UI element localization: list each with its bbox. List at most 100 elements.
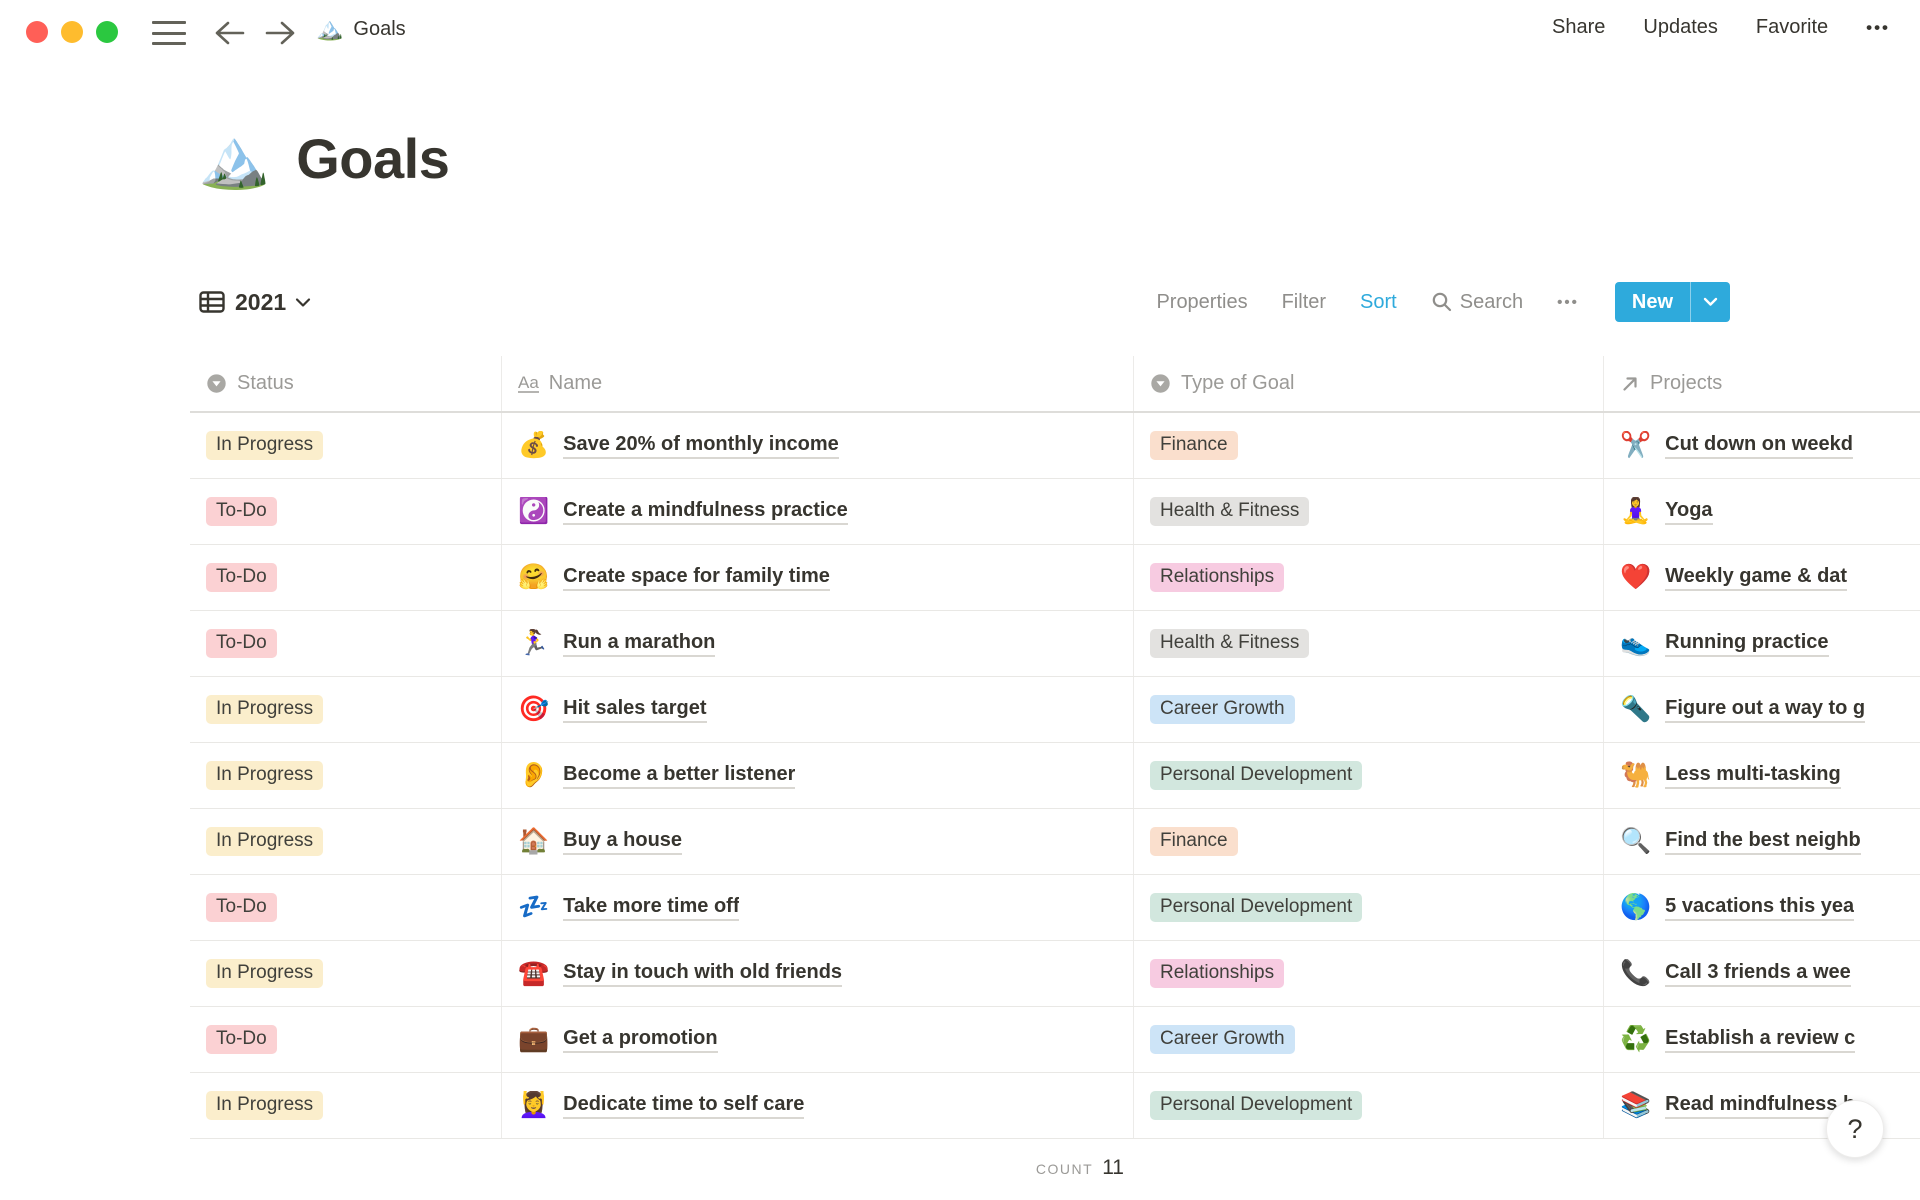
project-link[interactable]: 📚 Read mindfulness b xyxy=(1620,1091,1856,1120)
status-cell[interactable]: To-Do xyxy=(190,545,502,610)
type-of-goal-cell[interactable]: Personal Development xyxy=(1134,875,1604,940)
close-window-button[interactable] xyxy=(26,21,48,43)
column-header-status[interactable]: Status xyxy=(190,356,502,411)
type-of-goal-cell[interactable]: Career Growth xyxy=(1134,677,1604,742)
search-button[interactable]: Search xyxy=(1431,291,1523,314)
projects-cell[interactable]: ♻️ Establish a review c xyxy=(1604,1007,1920,1072)
name-link[interactable]: 💆‍♀️ Dedicate time to self care xyxy=(518,1091,805,1120)
status-cell[interactable]: To-Do xyxy=(190,611,502,676)
name-cell[interactable]: 🏠 Buy a house xyxy=(502,809,1134,874)
project-link[interactable]: ♻️ Establish a review c xyxy=(1620,1025,1856,1054)
project-name: Weekly game & dat xyxy=(1665,565,1848,591)
project-link[interactable]: 📞 Call 3 friends a wee xyxy=(1620,959,1851,988)
projects-cell[interactable]: ❤️ Weekly game & dat xyxy=(1604,545,1920,610)
name-cell[interactable]: ☯️ Create a mindfulness practice xyxy=(502,479,1134,544)
type-of-goal-cell[interactable]: Health & Fitness xyxy=(1134,479,1604,544)
projects-cell[interactable]: 👟 Running practice xyxy=(1604,611,1920,676)
sidebar-menu-icon[interactable] xyxy=(152,21,186,45)
project-link[interactable]: 🐫 Less multi-tasking xyxy=(1620,761,1841,790)
minimize-window-button[interactable] xyxy=(61,21,83,43)
breadcrumb[interactable]: 🏔️ Goals xyxy=(316,16,406,42)
page-title: Goals xyxy=(296,127,450,190)
project-link[interactable]: 🔦 Figure out a way to g xyxy=(1620,695,1866,724)
column-header-type-of-goal[interactable]: Type of Goal xyxy=(1134,356,1604,411)
new-dropdown-chevron-icon[interactable] xyxy=(1691,282,1730,322)
name-link[interactable]: 💤 Take more time off xyxy=(518,893,740,922)
type-of-goal-cell[interactable]: Health & Fitness xyxy=(1134,611,1604,676)
status-cell[interactable]: To-Do xyxy=(190,1007,502,1072)
title-property-icon: Aa xyxy=(518,372,539,394)
traffic-lights xyxy=(26,21,118,43)
updates-button[interactable]: Updates xyxy=(1643,16,1718,39)
projects-cell[interactable]: 📞 Call 3 friends a wee xyxy=(1604,941,1920,1006)
name-cell[interactable]: 🎯 Hit sales target xyxy=(502,677,1134,742)
favorite-button[interactable]: Favorite xyxy=(1756,16,1828,39)
name-link[interactable]: ☯️ Create a mindfulness practice xyxy=(518,497,848,526)
projects-cell[interactable]: 🧘‍♀️ Yoga xyxy=(1604,479,1920,544)
filter-button[interactable]: Filter xyxy=(1282,291,1326,314)
type-of-goal-cell[interactable]: Finance xyxy=(1134,413,1604,478)
name-cell[interactable]: 🏃‍♀️ Run a marathon xyxy=(502,611,1134,676)
view-switcher[interactable]: 2021 xyxy=(198,282,311,322)
back-arrow-icon[interactable] xyxy=(212,18,248,48)
name-link[interactable]: 🏠 Buy a house xyxy=(518,827,683,856)
sort-button[interactable]: Sort xyxy=(1360,291,1397,314)
count-calculation[interactable]: COUNT 11 xyxy=(190,1156,1134,1180)
share-button[interactable]: Share xyxy=(1552,16,1605,39)
zoom-window-button[interactable] xyxy=(96,21,118,43)
project-link[interactable]: 🌎 5 vacations this yea xyxy=(1620,893,1855,922)
name-link[interactable]: 🤗 Create space for family time xyxy=(518,563,830,592)
project-link[interactable]: ✂️ Cut down on weekd xyxy=(1620,431,1853,460)
status-cell[interactable]: To-Do xyxy=(190,479,502,544)
page-mountain-icon[interactable]: 🏔️ xyxy=(198,129,270,188)
help-button[interactable]: ? xyxy=(1826,1100,1884,1158)
project-link[interactable]: 🔍 Find the best neighb xyxy=(1620,827,1861,856)
type-of-goal-cell[interactable]: Relationships xyxy=(1134,545,1604,610)
type-badge: Relationships xyxy=(1150,563,1285,592)
projects-cell[interactable]: 🔍 Find the best neighb xyxy=(1604,809,1920,874)
project-link[interactable]: 👟 Running practice xyxy=(1620,629,1829,658)
name-cell[interactable]: 💤 Take more time off xyxy=(502,875,1134,940)
name-cell[interactable]: 🤗 Create space for family time xyxy=(502,545,1134,610)
name-link[interactable]: 💰 Save 20% of monthly income xyxy=(518,431,839,460)
status-cell[interactable]: In Progress xyxy=(190,743,502,808)
name-cell[interactable]: 💼 Get a promotion xyxy=(502,1007,1134,1072)
projects-cell[interactable]: 🔦 Figure out a way to g xyxy=(1604,677,1920,742)
goal-emoji-icon: 🤗 xyxy=(518,563,550,591)
name-link[interactable]: 👂 Become a better listener xyxy=(518,761,796,790)
more-options-icon[interactable]: ••• xyxy=(1866,18,1890,38)
status-cell[interactable]: In Progress xyxy=(190,809,502,874)
name-link[interactable]: 🎯 Hit sales target xyxy=(518,695,707,724)
goal-name: Hit sales target xyxy=(563,697,707,723)
status-cell[interactable]: In Progress xyxy=(190,941,502,1006)
view-more-options-icon[interactable]: ••• xyxy=(1557,294,1579,311)
project-link[interactable]: 🧘‍♀️ Yoga xyxy=(1620,497,1713,526)
type-of-goal-cell[interactable]: Career Growth xyxy=(1134,1007,1604,1072)
type-of-goal-cell[interactable]: Personal Development xyxy=(1134,1073,1604,1138)
status-cell[interactable]: In Progress xyxy=(190,677,502,742)
name-link[interactable]: 💼 Get a promotion xyxy=(518,1025,718,1054)
name-link[interactable]: 🏃‍♀️ Run a marathon xyxy=(518,629,716,658)
project-link[interactable]: ❤️ Weekly game & dat xyxy=(1620,563,1848,592)
column-header-name[interactable]: Aa Name xyxy=(502,356,1134,411)
forward-arrow-icon[interactable] xyxy=(262,18,298,48)
projects-cell[interactable]: 🐫 Less multi-tasking xyxy=(1604,743,1920,808)
column-header-projects[interactable]: Projects xyxy=(1604,356,1920,411)
projects-cell[interactable]: ✂️ Cut down on weekd xyxy=(1604,413,1920,478)
name-cell[interactable]: 💰 Save 20% of monthly income xyxy=(502,413,1134,478)
type-of-goal-cell[interactable]: Finance xyxy=(1134,809,1604,874)
new-button-label[interactable]: New xyxy=(1615,282,1690,322)
type-of-goal-cell[interactable]: Relationships xyxy=(1134,941,1604,1006)
type-of-goal-cell[interactable]: Personal Development xyxy=(1134,743,1604,808)
new-button[interactable]: New xyxy=(1614,282,1730,322)
status-cell[interactable]: To-Do xyxy=(190,875,502,940)
name-cell[interactable]: ☎️ Stay in touch with old friends xyxy=(502,941,1134,1006)
status-cell[interactable]: In Progress xyxy=(190,413,502,478)
properties-button[interactable]: Properties xyxy=(1156,291,1247,314)
goal-name: Get a promotion xyxy=(563,1027,718,1053)
name-cell[interactable]: 👂 Become a better listener xyxy=(502,743,1134,808)
status-cell[interactable]: In Progress xyxy=(190,1073,502,1138)
projects-cell[interactable]: 🌎 5 vacations this yea xyxy=(1604,875,1920,940)
name-cell[interactable]: 💆‍♀️ Dedicate time to self care xyxy=(502,1073,1134,1138)
name-link[interactable]: ☎️ Stay in touch with old friends xyxy=(518,959,843,988)
